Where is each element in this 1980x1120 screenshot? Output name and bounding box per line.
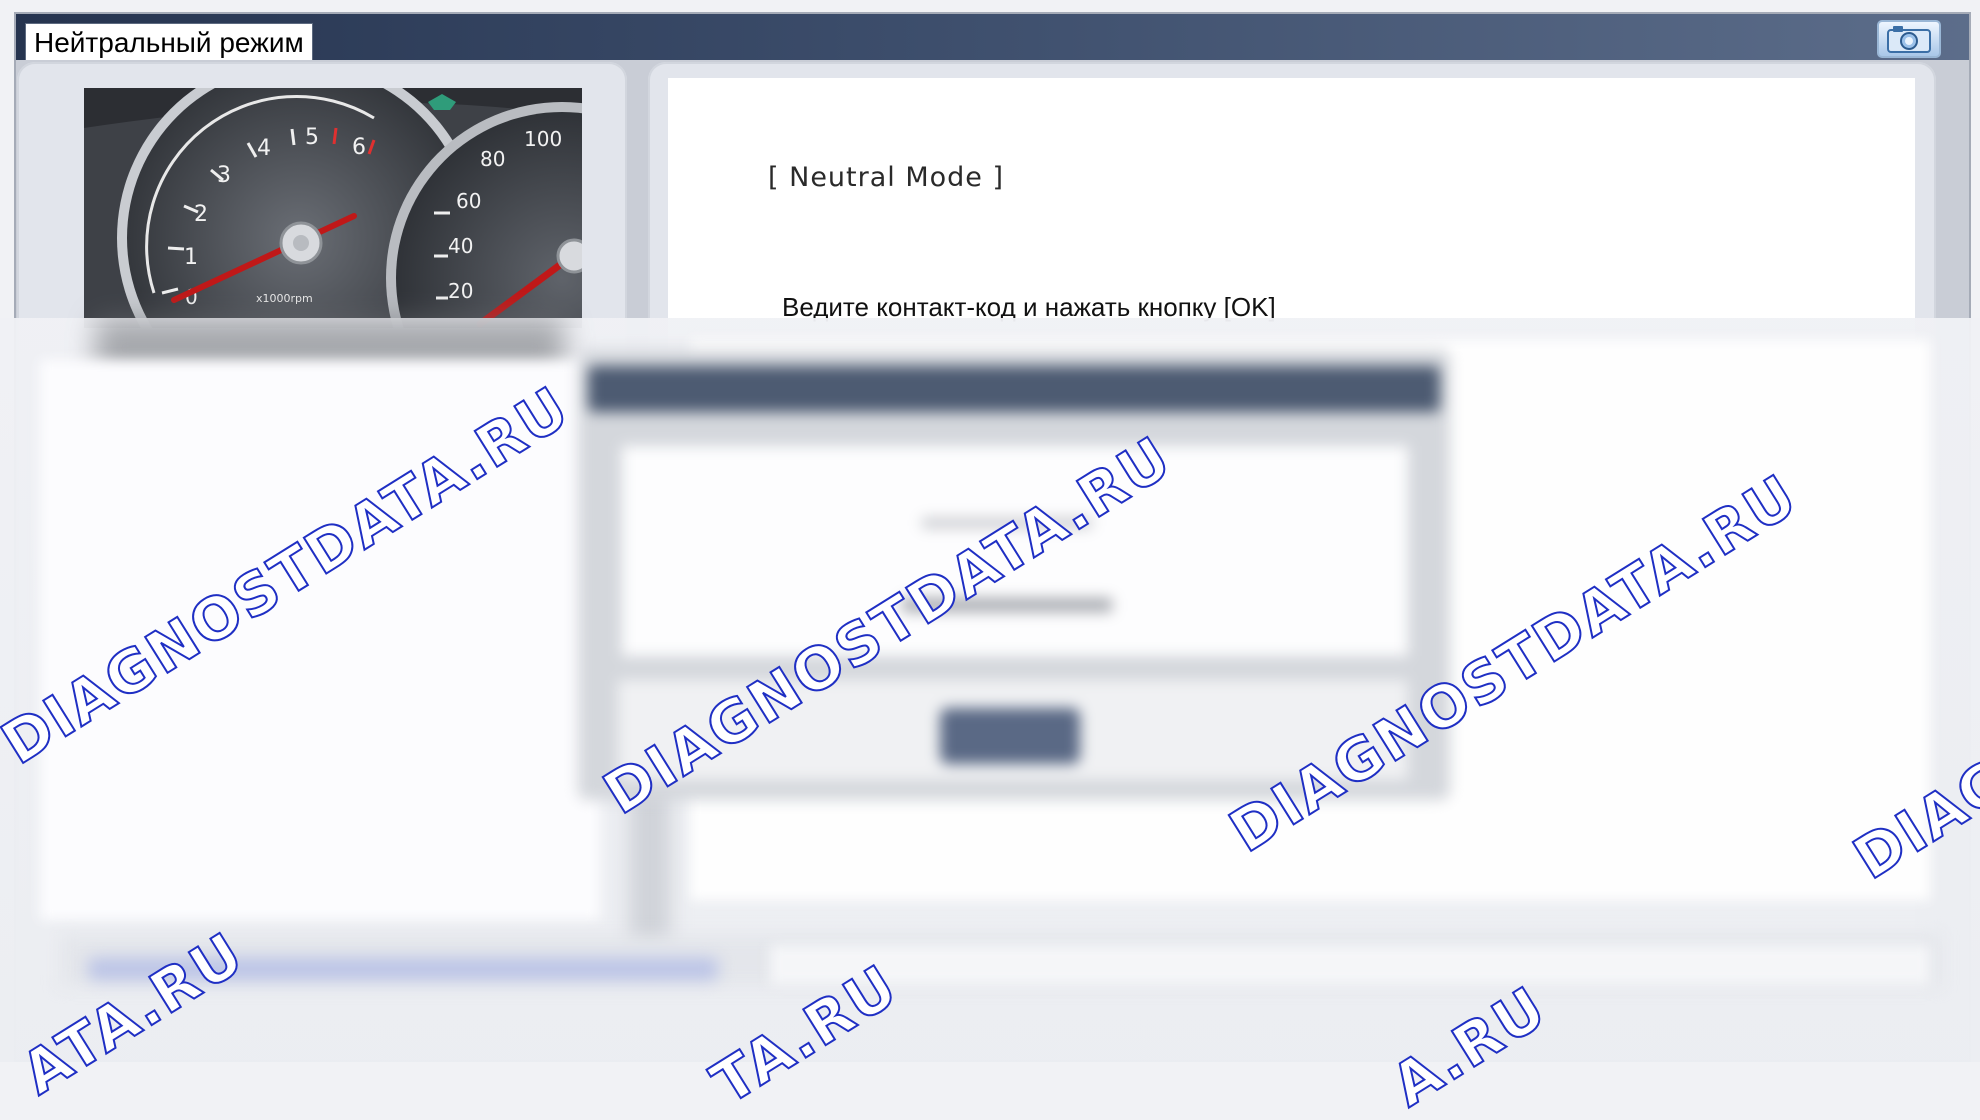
window-title: Нейтральный режим [25,23,313,60]
tach-unit-label: x1000rpm [256,292,313,305]
tach-label-4: 4 [257,136,271,161]
speed-label-40: 40 [448,234,473,258]
title-bar: Нейтральный режим [16,14,1969,60]
mode-heading: [ Neutral Mode ] [768,162,1005,193]
status-area [770,945,1930,985]
speed-label-20: 20 [448,279,473,303]
instrument-cluster-image: 0 1 2 3 4 5 6 x1000rpm 100 80 60 40 20 [84,88,582,328]
tach-label-5: 5 [305,125,319,150]
speed-label-60: 60 [456,189,481,213]
tach-label-6: 6 [352,135,366,160]
ok-button[interactable] [940,708,1080,764]
speed-hub [556,238,582,274]
tach-label-1: 1 [184,245,198,270]
speed-label-100: 100 [524,127,562,151]
camera-icon [1887,26,1931,53]
tach-label-2: 2 [194,202,208,227]
camera-button[interactable] [1877,20,1941,58]
tach-label-3: 3 [217,163,231,188]
speed-label-80: 80 [480,147,505,171]
dialog-title-bar [588,366,1440,412]
